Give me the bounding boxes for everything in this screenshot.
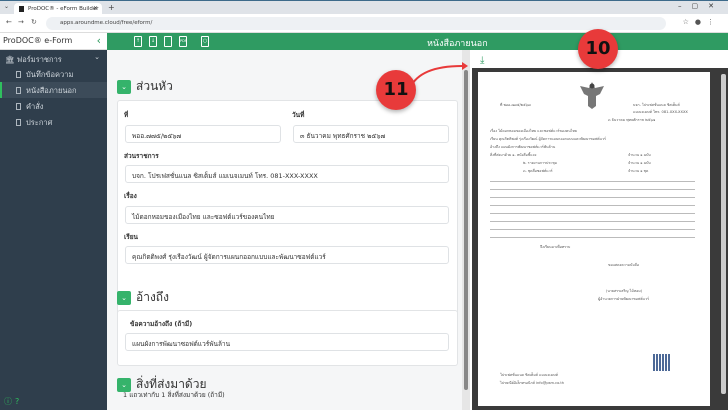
doc-enclosure: ๓. ชุดสื่อซอฟต์แวร์ — [523, 169, 553, 173]
doc-number: ที่ พออ.๗๗๕/๒๕๖๗ — [500, 103, 531, 107]
sidebar-item-label: บันทึกข้อความ — [26, 70, 74, 79]
help-icon[interactable]: ? — [15, 397, 22, 406]
top-toolbar: ↑ ↓ PDF ○ หนังสือภายนอก — [107, 33, 728, 50]
form-scrollbar[interactable] — [462, 50, 470, 410]
doc-org-contact: แมเนจเมนท์ โทร. 081-XXX-XXXX — [633, 110, 688, 114]
chevron-down-icon: ⌄ — [94, 53, 100, 61]
doc-signer: (นายสรรเสริญ ไม้หอม) — [606, 289, 643, 293]
pdf-file-icon[interactable]: PDF — [179, 36, 187, 47]
sidebar: ProDOC® e-Form ‹ 🏛 ฟอร์มราชการ ⌄ บันทึกข้อ… — [0, 33, 107, 410]
sidebar-item-label: หนังสือภายนอก — [26, 86, 77, 95]
doc-enclosure: ๒. รายงานการประชุม — [523, 161, 558, 165]
doc-org: บจก. โปรเฟสชั่นแนล ซิสเต็มส์ — [633, 103, 680, 107]
section-header: ⌄ อ้างถึง — [117, 288, 169, 307]
file-icon — [16, 87, 21, 94]
date-label: วันที่ — [292, 111, 305, 119]
file-icon — [16, 103, 21, 110]
annotation-badge-10: 10 — [578, 29, 618, 69]
sidebar-item-announcement[interactable]: ประกาศ — [0, 114, 107, 130]
download-icon[interactable]: ⤓ — [480, 55, 484, 66]
date-input[interactable]: ๓ ธันวาคม พุทธศักราช ๒๕๖๗ — [293, 125, 449, 143]
tab-list-icon[interactable]: ⌄ — [4, 3, 9, 10]
sidebar-group-government-forms[interactable]: 🏛 ฟอร์มราชการ ⌄ — [0, 50, 107, 66]
doc-enclosure: สิ่งที่ส่งมาด้วย ๑. หนังสือชี้แจง — [490, 153, 537, 157]
doc-enclosure-qty: จำนวน ๑ ฉบับ — [628, 161, 651, 165]
section-title: อ้างถึง — [136, 290, 169, 304]
doc-footer-email: ไปรษณีย์อิเล็กทรอนิกส์ info@psm.co.th — [500, 381, 565, 385]
file-icon — [16, 71, 21, 78]
sidebar-item-label: คำสั่ง — [26, 102, 44, 111]
section-title: ส่วนหัว — [136, 79, 173, 93]
browser-tab-bar: ⌄ ProDOC® - eForm Builder ✕ + –▢✕ — [0, 0, 728, 15]
forward-icon[interactable]: → — [18, 18, 24, 26]
close-tab-icon[interactable]: ✕ — [93, 5, 98, 12]
reload-icon[interactable]: ↻ — [31, 18, 37, 26]
pdf-label: PDF — [180, 39, 187, 43]
qr-code — [653, 354, 670, 371]
viewer-scrollbar[interactable] — [721, 74, 726, 394]
agency-label: ส่วนราชการ — [124, 152, 159, 160]
reference-card: ข้อความอ้างถึง (ถ้ามี) แผนผังการพัฒนาซอฟ… — [117, 310, 458, 366]
doc-signer-position: ผู้อำนวยการฝ่ายพัฒนาซอฟต์แวร์ — [598, 297, 650, 301]
number-label: ที่ — [124, 111, 129, 119]
browser-toolbar-icons[interactable]: ☆●⋮ — [683, 18, 720, 26]
bank-icon: 🏛 — [5, 55, 17, 64]
doc-closing: จึงเรียนมาเพื่อทราบ — [540, 245, 571, 249]
upload-file-icon[interactable]: ↑ — [134, 36, 142, 47]
favicon-icon — [19, 6, 24, 12]
to-input[interactable]: คุณกิตติพงศ์ รุ่งเรืองวัฒน์ ผู้จัดการแผน… — [125, 246, 449, 264]
pdf-viewer: ที่ พออ.๗๗๕/๒๕๖๗ บจก. โปรเฟสชั่นแนล ซิสเ… — [472, 68, 728, 410]
header-card: ที่ พออ.๗๗๕/๒๕๖๗ วันที่ ๓ ธันวาคม พุทธศั… — [117, 100, 458, 317]
scrollbar-thumb[interactable] — [464, 70, 468, 390]
doc-body-lines — [490, 178, 695, 240]
preview-pane: ⤓ ที่ พออ.๗๗๕/๒๕๖๗ บจก. โปรเฟสชั่นแนล ซิ… — [470, 50, 728, 410]
address-bar-row: ← → ↻ apps.aroundme.cloud/free/eform/ ☆●… — [0, 14, 728, 33]
reference-input[interactable]: แผนผังการพัฒนาซอฟต์แวร์พันล้าน — [125, 333, 449, 351]
to-label: เรียน — [124, 233, 138, 241]
sidebar-item-memo[interactable]: บันทึกข้อความ — [0, 66, 107, 82]
back-icon[interactable]: ← — [6, 18, 12, 26]
file-icon — [16, 119, 21, 126]
sidebar-item-label: ประกาศ — [26, 118, 53, 127]
page-title: หนังสือภายนอก — [427, 39, 488, 49]
number-input[interactable]: พออ.๗๗๕/๒๕๖๗ — [125, 125, 281, 143]
tab-title: ProDOC® - eForm Builder — [28, 6, 99, 12]
info-icon[interactable]: ⓘ — [4, 397, 15, 406]
sidebar-header: ProDOC® e-Form ‹ — [0, 33, 107, 50]
annotation-badge-11: 11 — [376, 70, 416, 110]
subject-input[interactable]: ไม้ดอกหอมของเมืองไทย และซอฟต์แวร์ของคนไท… — [125, 206, 449, 224]
doc-subject: เรื่อง ไม้ดอกหอมของเมืองไทย และซอฟต์แวร์… — [490, 129, 577, 133]
window-controls[interactable]: –▢✕ — [678, 2, 724, 10]
section-header: ⌄ ส่วนหัว — [117, 77, 173, 96]
url-input[interactable]: apps.aroundme.cloud/free/eform/ — [46, 17, 666, 30]
sidebar-group-label: ฟอร์มราชการ — [16, 55, 62, 64]
doc-regards: ขอแสดงความนับถือ — [608, 263, 640, 267]
doc-enclosure-qty: จำนวน ๑ ชุด — [628, 169, 649, 173]
collapse-sidebar-icon[interactable]: ‹ — [97, 34, 101, 47]
download-file-icon[interactable]: ↓ — [149, 36, 157, 47]
subject-label: เรื่อง — [124, 192, 137, 200]
app-title: ProDOC® e-Form — [3, 36, 73, 45]
enclosure-hint: 1 แถวเท่ากับ 1 สิ่งที่ส่งมาด้วย (ถ้ามี) — [123, 391, 225, 399]
collapse-section-button[interactable]: ⌄ — [117, 290, 131, 305]
doc-reference: อ้างถึง แผนผังการพัฒนาซอฟต์แวร์พันล้าน — [490, 145, 556, 149]
collapse-section-button[interactable]: ⌄ — [117, 79, 131, 94]
preview-file-icon[interactable]: ○ — [201, 36, 209, 47]
reference-label: ข้อความอ้างถึง (ถ้ามี) — [130, 320, 193, 328]
doc-footer-org: โปรเฟสชั่นแนล ซิสเต็มส์ แมเนจเมนท์ — [500, 373, 558, 377]
doc-to: เรียน คุณกิตติพงศ์ รุ่งเรืองวัฒน์ ผู้จัด… — [490, 137, 606, 141]
sidebar-item-external-letter[interactable]: หนังสือภายนอก — [0, 82, 107, 98]
agency-input[interactable]: บจก. โปรเฟสชั่นแนล ซิสเต็มส์ แมเนจเมนท์ … — [125, 165, 449, 183]
new-file-icon[interactable] — [164, 36, 172, 47]
new-tab-button[interactable]: + — [108, 3, 115, 12]
garuda-emblem-icon — [580, 82, 604, 109]
document-page: ที่ พออ.๗๗๕/๒๕๖๗ บจก. โปรเฟสชั่นแนล ซิสเ… — [478, 72, 710, 406]
doc-enclosure-qty: จำนวน ๑ ฉบับ — [628, 153, 651, 157]
sidebar-item-order[interactable]: คำสั่ง — [0, 98, 107, 114]
doc-date: ๓ ธันวาคม พุทธศักราช ๒๕๖๗ — [608, 118, 656, 122]
